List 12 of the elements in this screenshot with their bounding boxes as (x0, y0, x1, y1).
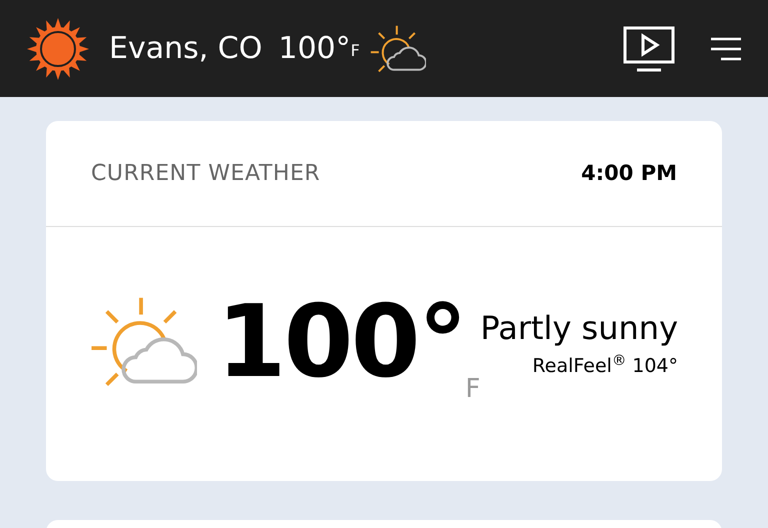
header-unit: F (350, 40, 360, 62)
condition-text: Partly sunny (480, 308, 678, 349)
current-temperature: 100° (216, 292, 466, 392)
card-title: CURRENT WEATHER (91, 160, 320, 188)
header-temperature: 100° (278, 30, 351, 68)
location-name[interactable]: Evans, CO (109, 26, 262, 71)
sun-logo-icon (27, 18, 89, 80)
time-label: 4:00 PM (581, 160, 677, 187)
realfeel-text: RealFeel$^{®}$ 104° (532, 352, 678, 379)
temperature-unit: F (465, 373, 480, 406)
video-icon[interactable] (623, 26, 675, 72)
menu-icon[interactable] (711, 36, 741, 60)
